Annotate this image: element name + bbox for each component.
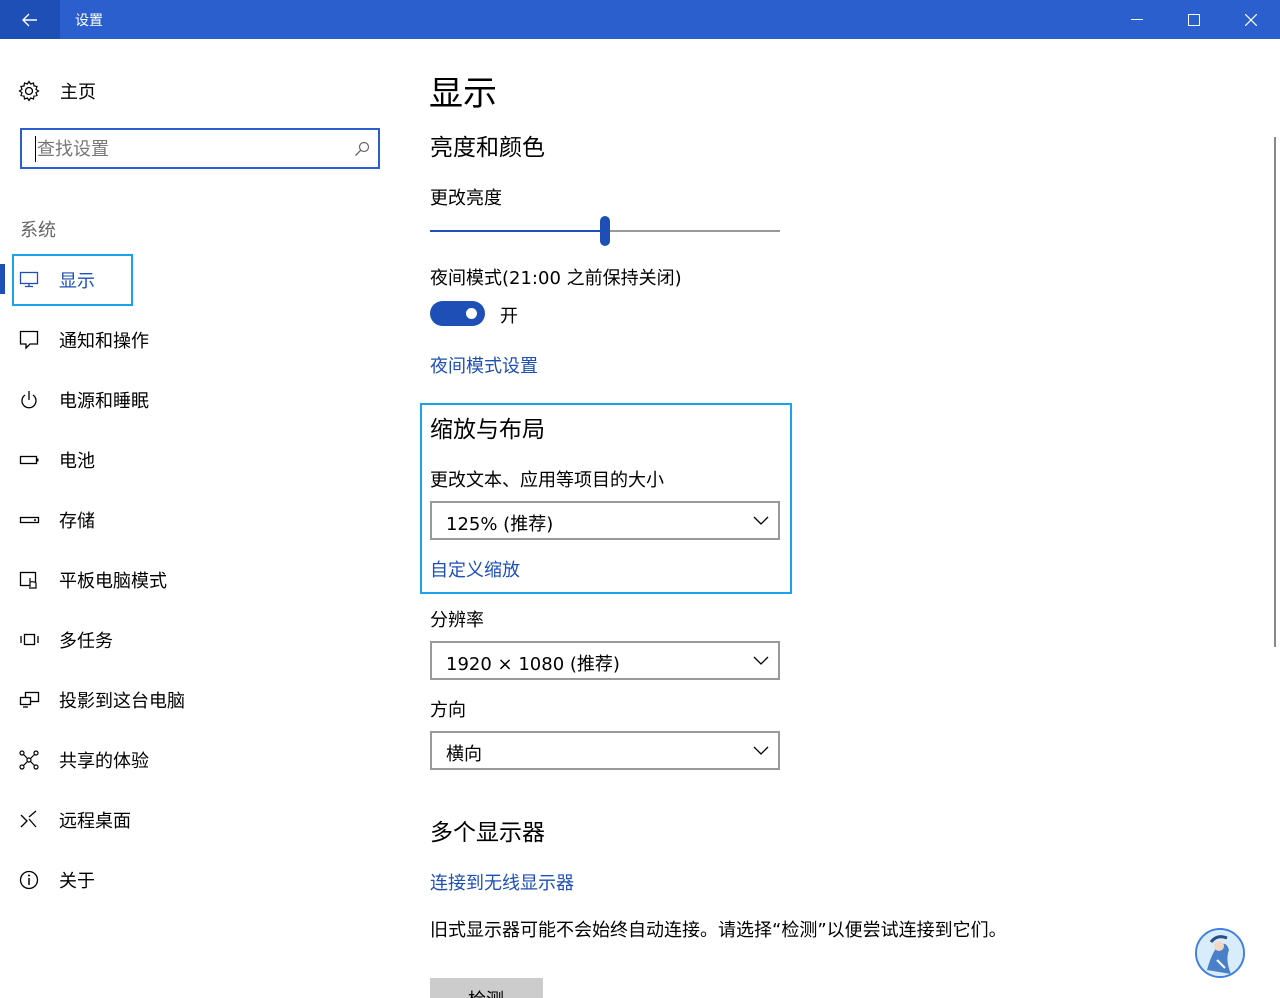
sidebar-item-power[interactable]: 电源和睡眠 [0, 375, 390, 425]
multitasking-icon [20, 633, 39, 646]
detect-button-label: 检测 [468, 986, 504, 998]
title-bar: 设置 [0, 0, 1280, 39]
shared-experiences-icon [19, 750, 39, 770]
slider-fill [430, 230, 605, 232]
system-section-label: 系统 [20, 220, 56, 241]
maximize-button[interactable] [1165, 0, 1222, 39]
resolution-label: 分辨率 [430, 610, 484, 631]
info-icon [19, 870, 39, 890]
scale-section-title: 缩放与布局 [430, 417, 545, 443]
sidebar-item-label: 投影到这台电脑 [59, 691, 185, 712]
home-label: 主页 [60, 82, 96, 103]
brightness-label: 更改亮度 [430, 188, 502, 209]
orientation-select[interactable]: 横向 [430, 731, 780, 770]
sidebar-item-label: 关于 [59, 871, 95, 892]
notification-icon [19, 330, 39, 350]
maximize-icon [1187, 13, 1200, 26]
sidebar-item-label: 共享的体验 [59, 751, 149, 772]
sidebar-item-label: 电源和睡眠 [59, 391, 149, 412]
night-light-toggle[interactable] [430, 301, 485, 326]
sidebar-item-label: 显示 [59, 271, 95, 292]
storage-icon [19, 516, 40, 524]
search-box[interactable] [20, 128, 380, 169]
brightness-slider[interactable] [430, 216, 780, 248]
detect-button[interactable]: 检测 [430, 978, 543, 998]
sidebar-item-notifications[interactable]: 通知和操作 [0, 315, 390, 365]
page-title: 显示 [429, 74, 497, 114]
sidebar-item-label: 多任务 [59, 631, 113, 652]
sidebar-item-tablet-mode[interactable]: 平板电脑模式 [0, 555, 390, 605]
resolution-value: 1920 × 1080 (推荐) [446, 654, 620, 675]
orientation-value: 横向 [446, 744, 482, 765]
close-button[interactable] [1222, 0, 1279, 39]
gear-icon [18, 80, 40, 102]
sidebar-item-battery[interactable]: 电池 [0, 435, 390, 485]
sidebar-item-remote-desktop[interactable]: 远程桌面 [0, 795, 390, 845]
sidebar-item-label: 存储 [59, 511, 95, 532]
orientation-label: 方向 [430, 700, 466, 721]
sidebar-item-label: 平板电脑模式 [59, 571, 167, 592]
monitor-icon [19, 271, 39, 288]
scale-value: 125% (推荐) [446, 514, 554, 535]
resolution-select[interactable]: 1920 × 1080 (推荐) [430, 641, 780, 680]
sidebar-item-project[interactable]: 投影到这台电脑 [0, 675, 390, 725]
minimize-icon [1130, 18, 1143, 20]
custom-scale-link[interactable]: 自定义缩放 [430, 556, 520, 582]
wireless-display-link[interactable]: 连接到无线显示器 [430, 869, 574, 895]
back-button[interactable] [0, 0, 60, 39]
night-light-settings-link[interactable]: 夜间模式设置 [430, 352, 538, 378]
sidebar-item-label: 远程桌面 [59, 811, 131, 832]
sidebar-item-shared-experiences[interactable]: 共享的体验 [0, 735, 390, 785]
scale-label: 更改文本、应用等项目的大小 [430, 470, 664, 491]
sidebar-item-multitasking[interactable]: 多任务 [0, 615, 390, 665]
slider-thumb[interactable] [600, 216, 610, 246]
remote-desktop-icon [20, 810, 37, 828]
window-title: 设置 [75, 13, 103, 29]
minimize-button[interactable] [1108, 0, 1165, 39]
night-light-state: 开 [500, 306, 518, 327]
back-arrow-icon [22, 13, 37, 26]
scale-select[interactable]: 125% (推荐) [430, 501, 780, 540]
chevron-down-icon [753, 746, 769, 755]
toggle-knob [466, 308, 477, 319]
project-icon [19, 691, 40, 708]
avatar[interactable] [1195, 928, 1245, 978]
multi-display-section-title: 多个显示器 [430, 820, 545, 846]
chevron-down-icon [753, 656, 769, 665]
search-icon[interactable] [354, 141, 370, 157]
home-nav-item[interactable]: 主页 [18, 78, 96, 104]
brightness-section-title: 亮度和颜色 [430, 135, 545, 161]
chevron-down-icon [753, 516, 769, 525]
close-icon [1244, 13, 1257, 26]
detect-description: 旧式显示器可能不会始终自动连接。请选择“检测”以便尝试连接到它们。 [430, 920, 1007, 941]
battery-icon [19, 455, 39, 465]
sidebar-item-storage[interactable]: 存储 [0, 495, 390, 545]
sidebar-item-about[interactable]: 关于 [0, 855, 390, 905]
search-input[interactable] [35, 136, 335, 162]
sidebar-item-label: 通知和操作 [59, 331, 149, 352]
tablet-mode-icon [19, 571, 37, 589]
night-light-label: 夜间模式(21:00 之前保持关闭) [430, 268, 682, 289]
sidebar-item-display[interactable]: 显示 [0, 255, 390, 305]
avatar-image-icon [1197, 930, 1243, 976]
power-icon [21, 391, 37, 409]
scrollbar[interactable] [1274, 137, 1276, 647]
sidebar-item-label: 电池 [59, 451, 95, 472]
